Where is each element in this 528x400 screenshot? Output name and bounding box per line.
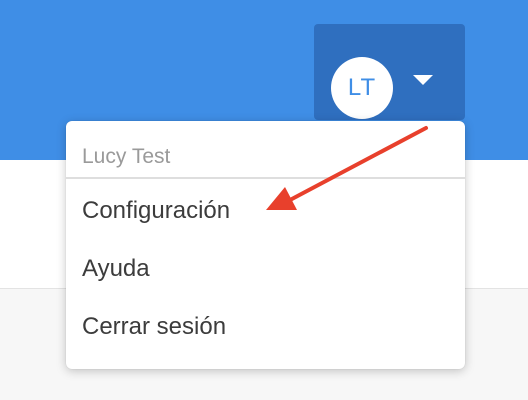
dropdown-divider bbox=[66, 177, 465, 179]
menu-item-cerrar-sesion[interactable]: Cerrar sesión bbox=[82, 313, 226, 341]
menu-item-configuracion[interactable]: Configuración bbox=[82, 197, 230, 225]
user-menu-toggle-button[interactable]: LT bbox=[314, 24, 465, 120]
caret-down-icon bbox=[413, 75, 433, 85]
avatar: LT bbox=[331, 57, 393, 119]
user-dropdown-menu: Lucy Test Configuración Ayuda Cerrar ses… bbox=[66, 121, 465, 369]
dropdown-user-name: Lucy Test bbox=[82, 145, 171, 168]
menu-item-ayuda[interactable]: Ayuda bbox=[82, 255, 150, 283]
